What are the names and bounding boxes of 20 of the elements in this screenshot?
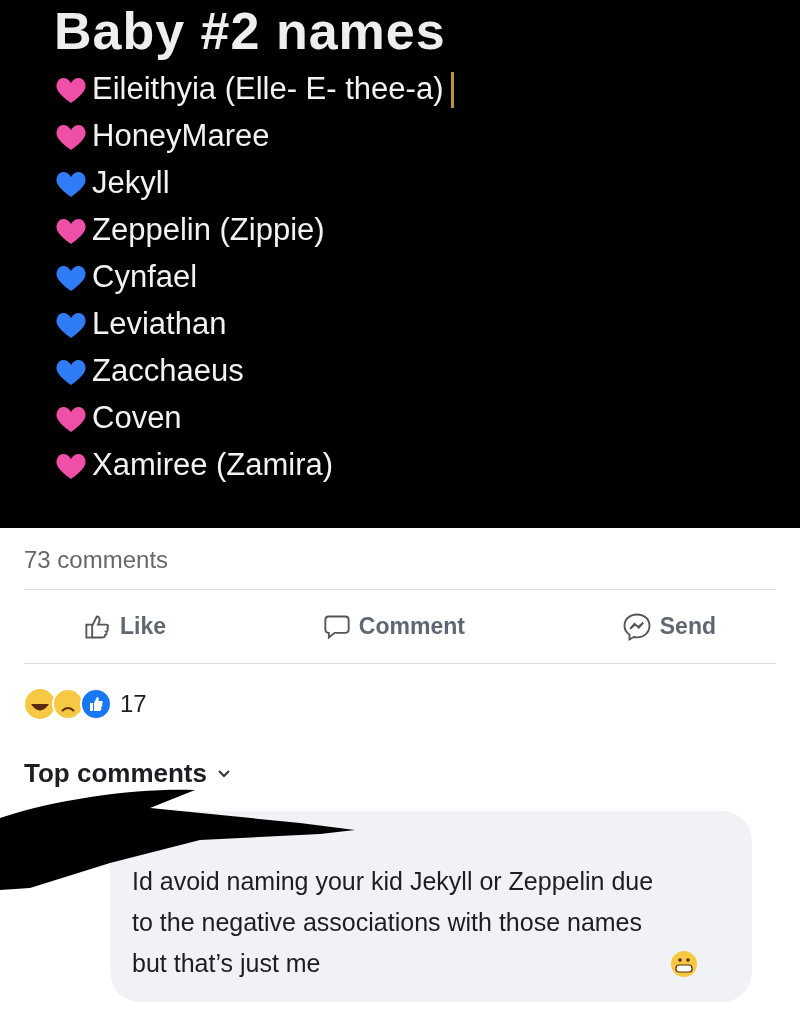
baby-name: Zacchaeus [92,352,244,391]
baby-name: HoneyMaree [92,117,270,156]
baby-name: Leviathan [92,305,227,344]
baby-name: Cynfael [92,258,198,297]
baby-name: Xamiree (Zamira) [92,446,334,485]
grimace-emoji-icon [670,950,698,978]
like-button[interactable]: Like [84,609,167,644]
comment-count: 73 comments [24,545,170,575]
sort-comments-dropdown[interactable]: Top comments [24,754,231,793]
post-title: Baby #2 names [54,2,447,60]
baby-name: Coven [92,399,182,438]
comment-button[interactable]: Comment [322,609,465,644]
baby-name: Jekyll [92,164,170,203]
send-button[interactable]: Send [621,609,716,644]
comment-text: Id avoid naming your kid Jekyll or Zeppelin due to the negative associations with those names but that’s just me [132,866,655,979]
chevron-down-icon [217,768,231,779]
messenger-icon [621,611,652,642]
baby-name: Eileithyia (Elle- E- thee-a) [92,70,444,109]
reaction-count: 17 [120,689,147,719]
baby-name: Zeppelin (Zippie) [92,211,325,250]
